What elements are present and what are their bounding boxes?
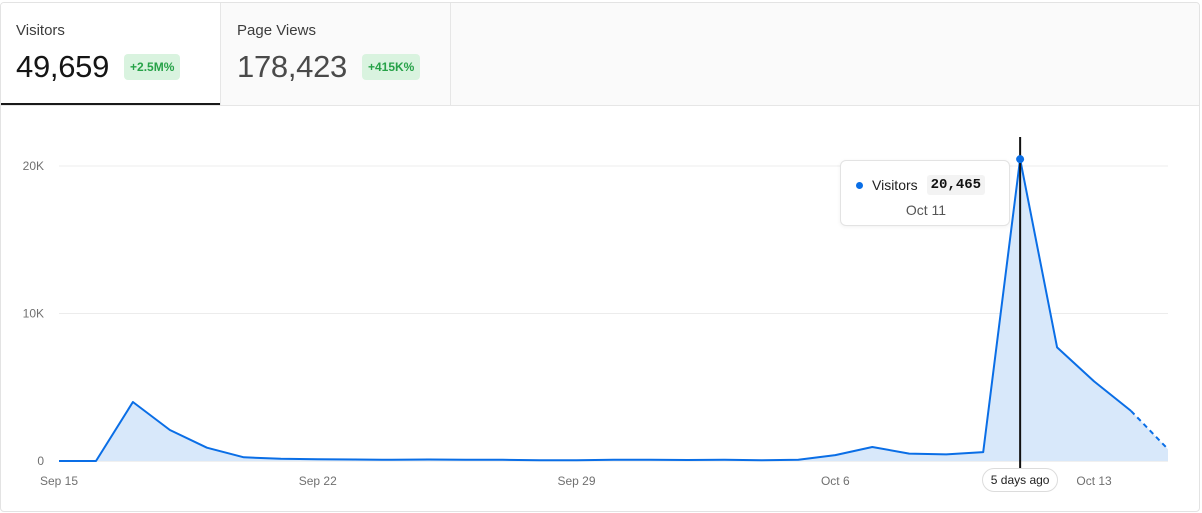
tooltip-date: Oct 11 — [905, 202, 947, 218]
x-tick-label: Oct 13 — [1076, 474, 1112, 488]
x-tick-label: Oct 6 — [821, 474, 850, 488]
chart-tooltip: Visitors 20,465 Oct 11 — [840, 160, 1010, 226]
y-tick-label: 0 — [37, 454, 44, 468]
tooltip-series-name: Visitors — [872, 177, 918, 193]
visitors-area-chart[interactable]: 0 10K 20K Sep 15 Sep 22 Sep 29 Oct 6 Oct 13 — [0, 0, 1202, 513]
x-tick-label: Sep 15 — [40, 474, 78, 488]
tooltip-value: 20,465 — [926, 175, 986, 195]
relative-date-pill: 5 days ago — [982, 468, 1059, 492]
x-tick-label: Sep 29 — [558, 474, 596, 488]
series-dot-icon — [856, 181, 863, 189]
x-tick-label: Sep 22 — [299, 474, 337, 488]
y-tick-label: 10K — [23, 307, 44, 321]
y-tick-label: 20K — [23, 159, 44, 173]
highlight-point — [1016, 155, 1025, 164]
